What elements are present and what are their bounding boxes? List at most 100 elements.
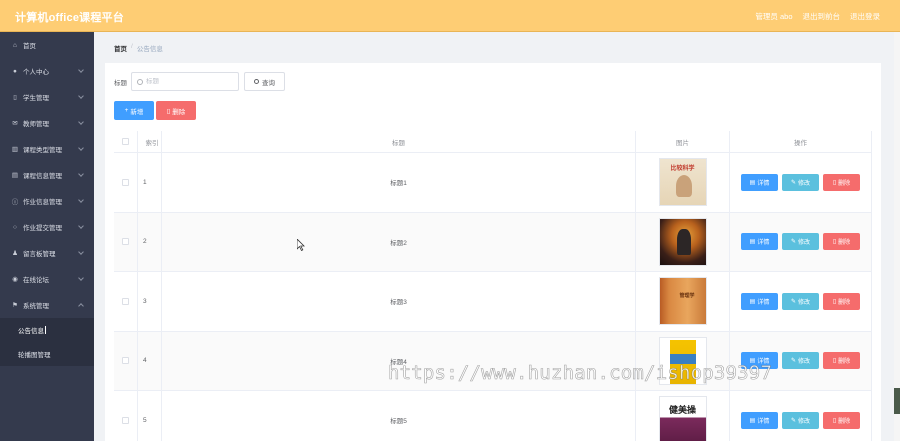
search-icon xyxy=(137,78,143,85)
row-action-group: ▤ 详情 ✎ 修改 ▯ 删除 xyxy=(741,173,860,191)
delete-button[interactable]: ▯ 删除 xyxy=(823,233,860,251)
query-button-label: 查询 xyxy=(262,79,275,87)
page-scrollbar[interactable] xyxy=(894,32,900,441)
delete-button[interactable]: ▯ 删除 xyxy=(823,173,860,191)
document-icon: ▤ xyxy=(11,172,19,179)
sidebar-item-home[interactable]: ⌂ 首页 xyxy=(0,32,94,58)
row-checkbox[interactable] xyxy=(122,238,129,246)
delete-button[interactable]: ▯ 删除 xyxy=(823,292,860,310)
select-all-checkbox[interactable] xyxy=(122,138,129,145)
sidebar-item-label: 在线论坛 xyxy=(23,277,49,284)
detail-button[interactable]: ▤ 详情 xyxy=(741,352,778,370)
add-button[interactable]: + 新增 xyxy=(114,101,154,120)
student-icon: ▯ xyxy=(13,94,17,101)
info-icon: ⓘ xyxy=(11,199,19,206)
home-icon: ⌂ xyxy=(13,41,17,49)
row-index: 1 xyxy=(138,153,162,212)
detail-button[interactable]: ▤ 详情 xyxy=(741,233,778,251)
trash-icon: ▯ xyxy=(832,417,837,424)
sidebar-item-label: 作业信息管理 xyxy=(23,199,62,206)
search-input[interactable] xyxy=(146,78,236,85)
chevron-down-icon xyxy=(78,145,84,151)
delete-button[interactable]: ▯ 删除 xyxy=(823,352,860,370)
logout-link[interactable]: 退出登录 xyxy=(850,11,880,22)
row-action-group: ▤ 详情 ✎ 修改 ▯ 删除 xyxy=(741,292,860,310)
pencil-icon: ✎ xyxy=(790,239,796,246)
sidebar-item-homework-info[interactable]: ⓘ 作业信息管理 xyxy=(0,188,94,214)
sidebar-item-students[interactable]: ▯ 学生管理 xyxy=(0,84,94,110)
edit-button[interactable]: ✎ 修改 xyxy=(782,292,819,310)
breadcrumb: 首页 / 公告信息 xyxy=(114,43,163,53)
document-icon: ▤ xyxy=(749,298,756,305)
detail-button[interactable]: ▤ 详情 xyxy=(741,173,778,191)
row-index: 3 xyxy=(138,272,162,331)
sidebar-subitem-label: 公告信息 xyxy=(18,328,44,335)
document-icon: ▤ xyxy=(749,417,756,424)
edit-button[interactable]: ✎ 修改 xyxy=(782,411,819,429)
sidebar: ⌂ 首页 ● 个人中心 ▯ 学生管理 ✉ 教师管理 ▥ 课程类型管理 ▤ 课程信… xyxy=(0,32,94,441)
edit-button[interactable]: ✎ 修改 xyxy=(782,233,819,251)
header-actions: 操作 xyxy=(730,131,872,152)
chevron-down-icon xyxy=(78,119,84,125)
row-checkbox-cell xyxy=(114,331,138,390)
sidebar-item-label: 作业提交管理 xyxy=(23,225,62,232)
sidebar-item-label: 系统管理 xyxy=(23,303,49,310)
sidebar-subitem-carousel[interactable]: 轮播图管理 xyxy=(0,342,94,366)
sidebar-item-forum[interactable]: ◉ 在线论坛 xyxy=(0,266,94,292)
delete-button[interactable]: ▯ 删除 xyxy=(823,411,860,429)
plus-icon: + xyxy=(124,107,129,114)
chevron-down-icon xyxy=(78,93,84,99)
edit-button[interactable]: ✎ 修改 xyxy=(782,352,819,370)
row-checkbox-cell xyxy=(114,391,138,441)
delete-label: 删除 xyxy=(838,299,851,306)
row-checkbox[interactable] xyxy=(122,357,129,365)
row-title: 标题3 xyxy=(162,272,636,331)
delete-label: 删除 xyxy=(838,359,851,366)
sidebar-item-message-board[interactable]: ♟ 留言板管理 xyxy=(0,240,94,266)
add-button-label: 新增 xyxy=(130,108,144,116)
exit-to-frontend-link[interactable]: 退出到前台 xyxy=(803,11,841,22)
row-checkbox-cell xyxy=(114,212,138,271)
sidebar-item-homework-submit[interactable]: ○ 作业提交管理 xyxy=(0,214,94,240)
search-icon xyxy=(254,79,259,84)
top-bar: 计算机office课程平台 管理员 abo 退出到前台 退出登录 xyxy=(0,0,900,32)
row-image-cell: 比较科学 xyxy=(636,153,730,212)
detail-button[interactable]: ▤ 详情 xyxy=(741,292,778,310)
sidebar-item-system[interactable]: ⚑ 系统管理 xyxy=(0,292,94,318)
app-title: 计算机office课程平台 xyxy=(15,12,124,24)
edit-button[interactable]: ✎ 修改 xyxy=(782,173,819,191)
row-checkbox[interactable] xyxy=(122,416,129,424)
row-checkbox[interactable] xyxy=(122,297,129,305)
sidebar-item-course-types[interactable]: ▥ 课程类型管理 xyxy=(0,136,94,162)
sidebar-item-course-info[interactable]: ▤ 课程信息管理 xyxy=(0,162,94,188)
pencil-icon: ✎ xyxy=(790,417,796,424)
query-button[interactable]: 查询 xyxy=(244,72,285,91)
delete-label: 删除 xyxy=(838,418,851,425)
sidebar-item-personal-center[interactable]: ● 个人中心 xyxy=(0,58,94,84)
batch-delete-button[interactable]: ▯ 删除 xyxy=(156,101,196,120)
person-icon: ♟ xyxy=(12,250,18,257)
row-image-cell: 健美操 xyxy=(636,391,730,441)
sidebar-subitem-announcements[interactable]: 公告信息 xyxy=(0,318,94,342)
row-checkbox[interactable] xyxy=(122,178,129,186)
chevron-up-icon xyxy=(78,303,84,309)
trash-icon: ▯ xyxy=(832,179,837,186)
clock-icon: ○ xyxy=(13,223,17,231)
trash-icon: ▯ xyxy=(166,107,171,115)
sidebar-item-teachers[interactable]: ✉ 教师管理 xyxy=(0,110,94,136)
row-checkbox-cell xyxy=(114,153,138,212)
chart-icon: ▥ xyxy=(11,146,19,153)
breadcrumb-home[interactable]: 首页 xyxy=(114,43,127,53)
pencil-icon: ✎ xyxy=(790,179,796,186)
cover-title: 健美操 xyxy=(668,405,696,416)
edit-label: 修改 xyxy=(798,418,811,425)
cover-figure xyxy=(675,175,692,198)
detail-button[interactable]: ▤ 详情 xyxy=(741,411,778,429)
cover-title: 比较科学 xyxy=(670,166,695,173)
book-cover-image xyxy=(658,336,707,385)
document-icon: ▤ xyxy=(749,358,756,365)
row-title: 标题4 xyxy=(162,331,636,390)
book-cover-image: 管理学 xyxy=(658,277,707,326)
cover-title: 管理学 xyxy=(679,293,695,300)
scrollbar-thumb[interactable] xyxy=(894,388,900,414)
